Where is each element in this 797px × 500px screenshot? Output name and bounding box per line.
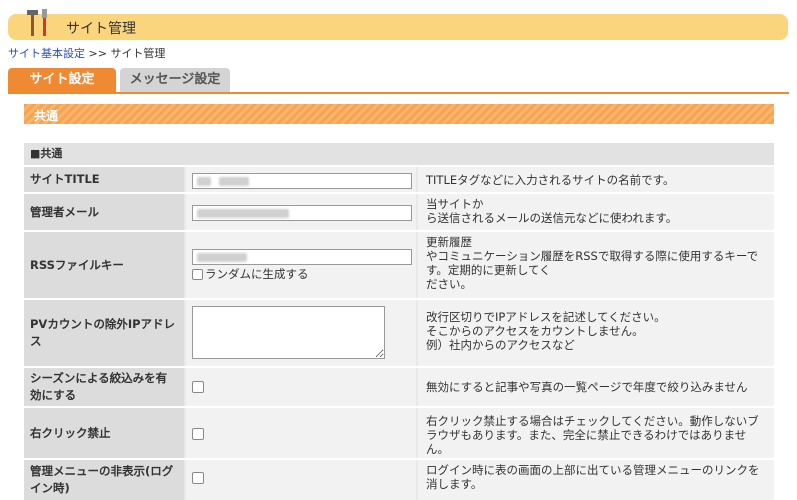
row-label: PVカウントの除外IPアドレス xyxy=(24,300,184,366)
rss-key-input[interactable] xyxy=(192,249,412,265)
row-description: 無効にすると記事や写真の一覧ページで年度で絞り込みません xyxy=(418,368,774,406)
page-header: サイト管理 xyxy=(8,9,788,40)
field-cell xyxy=(186,194,416,230)
row-label: 管理メニューの非表示(ログイン時) xyxy=(24,460,184,500)
row-description: 右クリック禁止する場合はチェックしてください。動作しないブラウザもあります。また… xyxy=(418,408,774,458)
excluded-ip-textarea[interactable] xyxy=(192,306,385,359)
right-click-disable-checkbox[interactable] xyxy=(192,428,204,440)
breadcrumb-link-site-settings[interactable]: サイト基本設定 xyxy=(8,47,85,60)
site-title-input[interactable] xyxy=(192,173,412,189)
row-description: 改行区切りでIPアドレスを記述してください。 そこからのアクセスをカウントしませ… xyxy=(418,300,774,366)
random-generate-checkbox[interactable] xyxy=(192,268,203,280)
field-cell xyxy=(186,300,416,366)
redacted-text xyxy=(197,209,289,218)
table-row: 右クリック禁止 右クリック禁止する場合はチェックしてください。動作しないブラウザ… xyxy=(24,406,774,458)
table-row: PVカウントの除外IPアドレス 改行区切りでIPアドレスを記述してください。 そ… xyxy=(24,298,774,366)
season-filter-checkbox[interactable] xyxy=(192,381,204,393)
breadcrumb-current: サイト管理 xyxy=(110,47,166,60)
admin-email-input[interactable] xyxy=(192,205,412,221)
redacted-text xyxy=(197,177,211,186)
row-label: RSSファイルキー xyxy=(24,232,184,298)
row-label: サイトTITLE xyxy=(24,167,184,192)
random-generate-label: ランダムに生成する xyxy=(205,267,309,281)
table-row: シーズンによる絞込みを有効にする 無効にすると記事や写真の一覧ページで年度で絞り… xyxy=(24,366,774,406)
field-cell xyxy=(186,167,416,192)
row-description: 更新履歴 やコミュニケーション履歴をRSSで取得する際に使用するキーです。定期的… xyxy=(418,232,774,298)
table-row: 管理者メール 当サイトか ら送信されるメールの送信元などに使われます。 xyxy=(24,192,774,230)
redacted-text xyxy=(219,177,249,186)
field-cell xyxy=(186,368,416,406)
row-label: 管理者メール xyxy=(24,194,184,230)
breadcrumb-separator: >> xyxy=(88,47,107,60)
redacted-text xyxy=(197,253,247,262)
table-row: RSSファイルキー ランダムに生成する 更新履歴 やコミュニケーション履歴をRS… xyxy=(24,230,774,298)
section-header: 共通 xyxy=(24,104,774,124)
row-description: ログイン時に表の画面の上部に出ている管理メニューのリンクを消します。 xyxy=(418,460,774,500)
page-title: サイト管理 xyxy=(66,21,136,37)
field-cell: ランダムに生成する xyxy=(186,232,416,298)
hide-admin-menu-checkbox[interactable] xyxy=(192,472,204,484)
section-title: 共通 xyxy=(34,109,59,123)
tab-underline xyxy=(8,92,789,94)
table-row: サイトTITLE TITLEタグなどに入力されるサイトの名前です。 xyxy=(24,165,774,192)
row-description: 当サイトか ら送信されるメールの送信元などに使われます。 xyxy=(418,194,774,230)
row-label: シーズンによる絞込みを有効にする xyxy=(24,368,184,406)
group-header: ■共通 xyxy=(24,143,774,165)
row-description: TITLEタグなどに入力されるサイトの名前です。 xyxy=(418,167,774,192)
field-cell xyxy=(186,408,416,458)
tab-message-settings[interactable]: メッセージ設定 xyxy=(120,68,230,92)
field-cell xyxy=(186,460,416,500)
table-row: 管理メニューの非表示(ログイン時) ログイン時に表の画面の上部に出ている管理メニ… xyxy=(24,458,774,500)
tools-icon xyxy=(27,9,47,36)
random-generate-option[interactable]: ランダムに生成する xyxy=(192,266,309,282)
breadcrumb: サイト基本設定 >> サイト管理 xyxy=(8,45,165,61)
tab-site-settings[interactable]: サイト設定 xyxy=(8,68,116,92)
settings-table: ■共通 サイトTITLE TITLEタグなどに入力されるサイトの名前です。 管理… xyxy=(24,143,774,500)
row-label: 右クリック禁止 xyxy=(24,408,184,458)
